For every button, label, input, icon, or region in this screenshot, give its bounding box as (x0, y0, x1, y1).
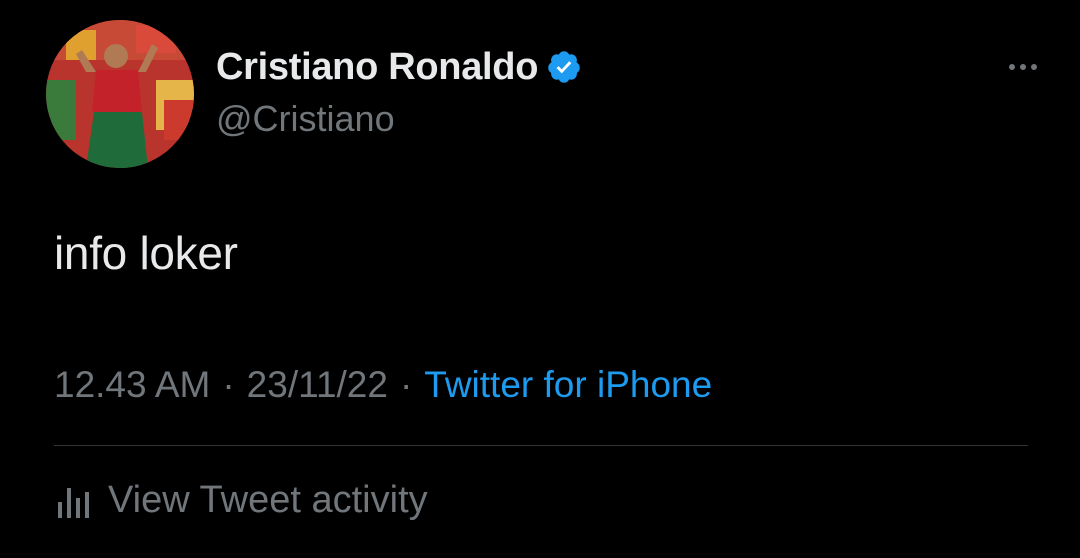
view-tweet-activity-label: View Tweet activity (108, 478, 428, 521)
meta-separator: · (222, 364, 235, 405)
more-options-icon[interactable] (998, 52, 1048, 82)
tweet-date[interactable]: 23/11/22 (247, 364, 388, 406)
more-dot (1020, 64, 1026, 70)
divider (54, 445, 1028, 446)
more-dot (1031, 64, 1037, 70)
bar-chart-icon (54, 478, 94, 522)
meta-separator: · (399, 364, 413, 405)
more-dot (1009, 64, 1015, 70)
avatar[interactable] (46, 20, 194, 168)
tweet-source-link[interactable]: Twitter for iPhone (424, 364, 712, 406)
author-handle[interactable]: @Cristiano (216, 98, 395, 140)
author-row: Cristiano Ronaldo (216, 44, 582, 90)
view-tweet-activity-button[interactable]: View Tweet activity (54, 478, 428, 522)
tweet-meta: 12.43 AM · 23/11/22 · Twitter for iPhone (54, 364, 712, 406)
tweet-time[interactable]: 12.43 AM (54, 364, 210, 406)
display-name[interactable]: Cristiano Ronaldo (216, 46, 538, 89)
tweet-card: Cristiano Ronaldo @Cristiano info loker … (0, 0, 1080, 558)
tweet-text: info loker (54, 227, 238, 279)
verified-badge-icon (546, 49, 582, 85)
